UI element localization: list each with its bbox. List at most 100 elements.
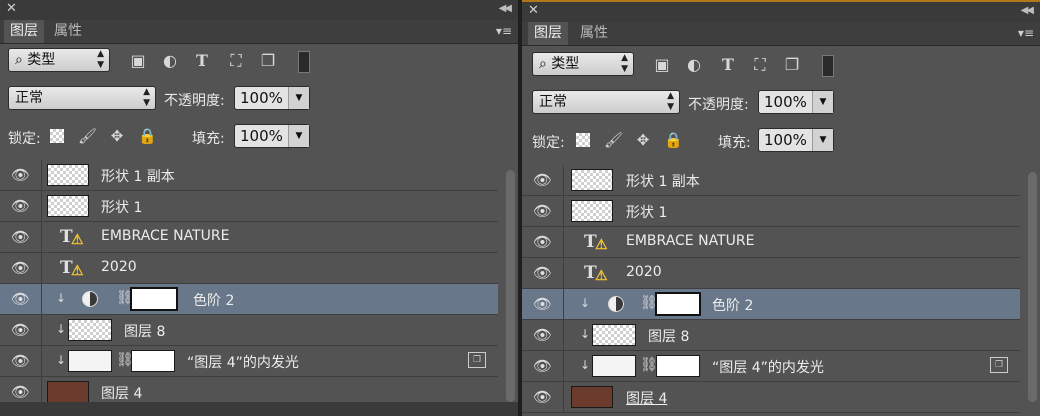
type-filter-icon[interactable]: T <box>192 51 212 71</box>
layer-name[interactable]: 色阶 2 <box>193 290 234 310</box>
layer-row[interactable]: 👁 形状 1 副本 <box>522 165 1020 196</box>
layer-thumbnail[interactable] <box>47 164 89 186</box>
smart-object-filter-icon[interactable]: ❐ <box>782 55 802 75</box>
image-filter-icon[interactable]: ▣ <box>128 51 148 71</box>
layer-mask-thumbnail[interactable] <box>656 355 700 377</box>
panel-menu-icon[interactable]: ▾≡ <box>496 24 512 38</box>
opacity-dropdown-icon[interactable]: ▼ <box>812 91 833 113</box>
layer-row[interactable]: 👁 形状 1 <box>0 191 498 222</box>
visibility-eye-icon[interactable]: 👁 <box>522 196 564 226</box>
visibility-eye-icon[interactable]: 👁 <box>522 258 564 288</box>
smart-object-filter-icon[interactable]: ❐ <box>258 51 278 71</box>
layer-name[interactable]: 图层 4 <box>101 383 142 403</box>
layer-name[interactable]: 形状 1 <box>626 202 667 222</box>
fill-input[interactable]: 100% ▼ <box>234 124 310 148</box>
layer-mask-thumbnail[interactable] <box>655 292 701 316</box>
layer-thumbnail[interactable] <box>592 355 636 377</box>
layer-thumbnail[interactable] <box>68 319 112 341</box>
tab-layers[interactable]: 图层 <box>528 22 568 45</box>
lock-position-icon[interactable]: ✥ <box>634 131 652 149</box>
blend-mode-dropdown[interactable]: 正常 ▲ ▼ <box>532 90 680 114</box>
layer-row-selected[interactable]: 👁 ↓ ⛓ 色阶 2 <box>522 289 1020 320</box>
visibility-eye-icon[interactable]: 👁 <box>522 289 564 319</box>
visibility-eye-icon[interactable]: 👁 <box>522 382 564 412</box>
layer-row[interactable]: 👁 ↓ 图层 8 <box>522 320 1020 351</box>
scrollbar[interactable] <box>1028 172 1037 402</box>
lock-position-icon[interactable]: ✥ <box>108 127 126 145</box>
visibility-eye-icon[interactable]: 👁 <box>522 320 564 350</box>
layer-name[interactable]: “图层 4”的内发光 <box>187 352 299 372</box>
layer-row[interactable]: 👁 ↓ ⛓ “图层 4”的内发光 ❐ <box>522 351 1020 382</box>
layer-thumbnail[interactable] <box>571 200 613 222</box>
filter-kind-dropdown[interactable]: ⌕ 类型 ▲ ▼ <box>8 48 110 72</box>
tab-layers[interactable]: 图层 <box>4 20 44 43</box>
tab-properties[interactable]: 属性 <box>574 22 614 45</box>
filter-toggle-icon[interactable] <box>822 55 834 77</box>
visibility-eye-icon[interactable]: 👁 <box>0 346 42 376</box>
layer-row-selected[interactable]: 👁 ↓ ⛓ 色阶 2 <box>0 284 498 315</box>
lock-transparency-icon[interactable] <box>50 129 64 143</box>
layer-name[interactable]: 色阶 2 <box>712 295 753 315</box>
fill-dropdown-icon[interactable]: ▼ <box>288 125 309 147</box>
layer-row[interactable]: 👁 形状 1 副本 <box>0 160 498 191</box>
shape-filter-icon[interactable]: ⛶ <box>750 55 770 75</box>
opacity-input[interactable]: 100% ▼ <box>234 86 310 110</box>
visibility-eye-icon[interactable]: 👁 <box>0 191 42 221</box>
visibility-eye-icon[interactable]: 👁 <box>522 227 564 257</box>
layer-name[interactable]: 图层 8 <box>124 321 165 341</box>
visibility-eye-icon[interactable]: 👁 <box>0 222 42 252</box>
layer-row[interactable]: 👁 形状 1 <box>522 196 1020 227</box>
tab-properties[interactable]: 属性 <box>48 20 88 43</box>
layer-name[interactable]: EMBRACE NATURE <box>626 233 754 249</box>
opacity-dropdown-icon[interactable]: ▼ <box>288 87 309 109</box>
layer-name[interactable]: 图层 4 <box>626 388 667 408</box>
layer-name[interactable]: 2020 <box>101 259 137 275</box>
layer-row[interactable]: 👁 T ⚠ EMBRACE NATURE <box>0 222 498 253</box>
layer-thumbnail[interactable] <box>47 195 89 217</box>
photo-thumbnail[interactable] <box>571 386 613 408</box>
layer-name[interactable]: 形状 1 副本 <box>626 171 700 191</box>
adjustment-filter-icon[interactable]: ◐ <box>684 55 704 75</box>
layer-thumbnail[interactable] <box>68 350 112 372</box>
visibility-eye-icon[interactable]: 👁 <box>0 284 42 314</box>
layer-row[interactable]: 👁 T ⚠ 2020 <box>522 258 1020 289</box>
lock-transparency-icon[interactable] <box>576 133 590 147</box>
panel-menu-icon[interactable]: ▾≡ <box>1018 26 1034 40</box>
fill-input[interactable]: 100% ▼ <box>758 128 834 152</box>
close-icon[interactable]: ✕ <box>528 3 539 18</box>
layer-row[interactable]: 👁 图层 4 <box>522 382 1020 413</box>
layer-thumbnail[interactable] <box>592 324 636 346</box>
lock-all-icon[interactable]: 🔒 <box>664 131 683 149</box>
lock-all-icon[interactable]: 🔒 <box>138 127 157 145</box>
layer-mask-thumbnail[interactable] <box>130 287 178 311</box>
lock-pixels-icon[interactable]: 🖌 <box>604 131 623 149</box>
layer-row[interactable]: 👁 T ⚠ 2020 <box>0 253 498 284</box>
opacity-input[interactable]: 100% ▼ <box>758 90 834 114</box>
filter-toggle-icon[interactable] <box>298 51 310 73</box>
layer-name[interactable]: “图层 4”的内发光 <box>712 357 824 377</box>
collapse-icon[interactable]: ◀◀ <box>499 3 512 14</box>
layer-name[interactable]: 形状 1 <box>101 197 142 217</box>
layer-row[interactable]: 👁 T ⚠ EMBRACE NATURE <box>522 227 1020 258</box>
shape-filter-icon[interactable]: ⛶ <box>226 51 246 71</box>
layer-name[interactable]: 形状 1 副本 <box>101 166 175 186</box>
layer-row[interactable]: 👁 ↓ 图层 8 <box>0 315 498 346</box>
visibility-eye-icon[interactable]: 👁 <box>0 315 42 345</box>
layer-name[interactable]: EMBRACE NATURE <box>101 228 229 244</box>
scrollbar[interactable] <box>506 170 515 402</box>
layer-thumbnail[interactable] <box>571 169 613 191</box>
layer-row[interactable]: 👁 ↓ ⛓ “图层 4”的内发光 ❐ <box>0 346 498 377</box>
filter-kind-dropdown[interactable]: ⌕ 类型 ▲ ▼ <box>532 52 634 76</box>
adjustment-filter-icon[interactable]: ◐ <box>160 51 180 71</box>
close-icon[interactable]: ✕ <box>6 1 17 16</box>
fill-dropdown-icon[interactable]: ▼ <box>812 129 833 151</box>
visibility-eye-icon[interactable]: 👁 <box>522 165 564 195</box>
visibility-eye-icon[interactable]: 👁 <box>0 160 42 190</box>
layer-name[interactable]: 图层 8 <box>648 326 689 346</box>
visibility-eye-icon[interactable]: 👁 <box>0 253 42 283</box>
blend-mode-dropdown[interactable]: 正常 ▲ ▼ <box>8 86 156 110</box>
collapse-icon[interactable]: ◀◀ <box>1021 5 1034 16</box>
lock-pixels-icon[interactable]: 🖌 <box>78 127 97 145</box>
image-filter-icon[interactable]: ▣ <box>652 55 672 75</box>
layer-name[interactable]: 2020 <box>626 264 662 280</box>
